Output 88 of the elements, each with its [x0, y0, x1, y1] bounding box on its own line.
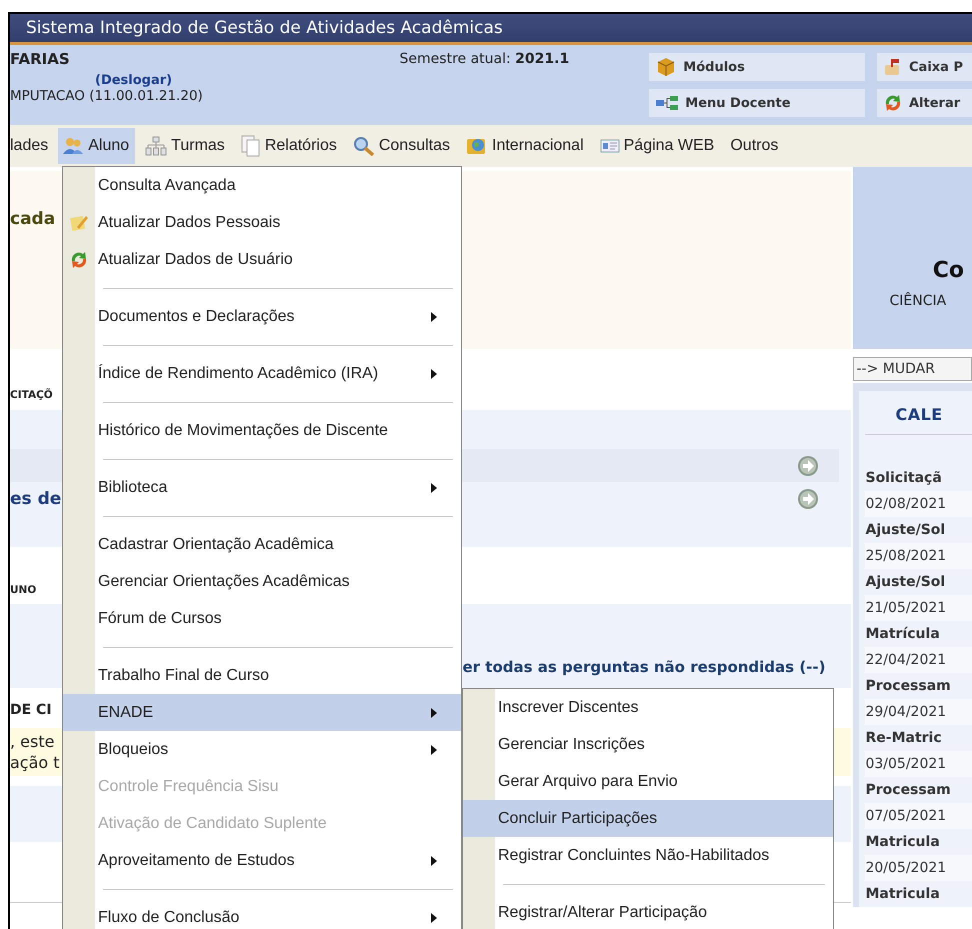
- submenu-arrow-icon: [431, 368, 437, 378]
- id-card-icon: [600, 138, 620, 154]
- menu-item[interactable]: Bloqueios: [63, 731, 461, 768]
- calendar-date: 29/04/2021: [865, 699, 972, 725]
- menu-item[interactable]: Documentos e Declarações: [63, 298, 461, 335]
- submenu-arrow-icon: [431, 482, 437, 492]
- shortcut-button[interactable]: Alterar: [877, 89, 972, 117]
- calendar-event: Matrícula: [865, 625, 941, 644]
- menu-item[interactable]: Histórico de Movimentações de Discente: [63, 412, 461, 449]
- logout-link[interactable]: (Deslogar): [95, 73, 172, 88]
- menu-item[interactable]: Trabalho Final de Curso: [63, 657, 461, 694]
- change-button[interactable]: --> MUDAR: [853, 357, 972, 381]
- refresh-icon: [69, 250, 89, 270]
- window-title: Sistema Integrado de Gestão de Atividades Acadêmicas: [26, 18, 503, 38]
- calendar-date: 22/04/2021: [865, 647, 972, 673]
- calendar-event: Matricula: [865, 885, 941, 904]
- shortcut-button[interactable]: Caixa P: [877, 53, 972, 81]
- calendar-date: 20/05/2021: [865, 855, 972, 881]
- semester-label: Semestre atual: 2021.1: [400, 51, 570, 67]
- submenu-arrow-icon: [431, 912, 437, 922]
- calendar-event: Ajuste/Sol: [865, 521, 946, 540]
- menu-item[interactable]: Cadastrar Orientação Acadêmica: [63, 526, 461, 563]
- menu-bar-item[interactable]: Consultas: [348, 128, 456, 164]
- menu-bar-item[interactable]: Página WEB: [596, 128, 720, 164]
- section-heading: UNO: [10, 584, 36, 596]
- menu-item[interactable]: Índice de Rendimento Acadêmico (IRA): [63, 355, 461, 392]
- arrow-icon: [797, 488, 820, 510]
- refresh-icon: [883, 93, 903, 113]
- calendar-event: Processam: [865, 677, 952, 696]
- calendar-date: 21/05/2021: [865, 595, 972, 621]
- section-heading: DE CI: [10, 702, 52, 718]
- shortcut-button[interactable]: Menu Docente: [649, 89, 866, 117]
- calendar-date: 25/08/2021: [865, 543, 972, 569]
- search-icon: [352, 136, 375, 156]
- section-title: es de: [10, 488, 62, 508]
- menu-bar-item[interactable]: Turmas: [141, 128, 231, 164]
- calendar-event: Matricula: [865, 833, 941, 852]
- shortcut-button[interactable]: Módulos: [649, 53, 866, 81]
- calendar-event: Processam: [865, 781, 952, 800]
- globe-icon: [466, 136, 488, 156]
- unanswered-questions-link[interactable]: er todas as perguntas não respondidas (--): [462, 658, 826, 676]
- calendar-event: Ajuste/Sol: [865, 573, 946, 592]
- menu-item[interactable]: Concluir Participações: [463, 800, 833, 837]
- page-title: cada: [10, 209, 56, 229]
- submenu-arrow-icon: [431, 312, 437, 322]
- menu-item[interactable]: Fórum de Cursos: [63, 600, 461, 637]
- menu-item[interactable]: Atualizar Dados Pessoais: [63, 204, 461, 241]
- calendar-event: Re-Matric: [865, 729, 943, 748]
- menu-bar-item[interactable]: Relatórios: [236, 128, 343, 164]
- menu-bar-item[interactable]: Aluno: [58, 128, 136, 164]
- menu-item[interactable]: Consulta Avançada: [63, 167, 461, 204]
- menu-bar-item[interactable]: Outros: [726, 128, 784, 164]
- network-icon: [655, 95, 680, 111]
- arrow-icon: [797, 454, 820, 476]
- menu-item: Ativação de Candidato Suplente: [97, 814, 328, 834]
- menu-item: Controle Frequência Sisu: [97, 776, 280, 796]
- menu-item[interactable]: Atualizar Dados de Usuário: [63, 241, 461, 278]
- menu-item[interactable]: Fluxo de Conclusão: [63, 899, 461, 929]
- submenu-arrow-icon: [431, 708, 437, 718]
- hierarchy-icon: [145, 136, 168, 156]
- menu-item[interactable]: ENADE: [63, 694, 461, 731]
- menu-item[interactable]: Biblioteca: [63, 469, 461, 506]
- notice-text: , este: [10, 731, 54, 752]
- calendar-date: 07/05/2021: [865, 803, 972, 829]
- submenu-arrow-icon: [431, 856, 437, 866]
- menu-item[interactable]: Gerenciar Inscrições: [463, 726, 833, 763]
- menu-bar-item[interactable]: lades: [10, 128, 54, 164]
- section-heading: CITAÇÕ: [10, 389, 53, 401]
- calendar-date: 03/05/2021: [865, 751, 972, 777]
- menu-item[interactable]: Gerenciar Orientações Acadêmicas: [63, 563, 461, 600]
- menu-bar-item[interactable]: Internacional: [462, 128, 590, 164]
- menu-item[interactable]: Inscrever Discentes: [463, 689, 833, 726]
- course-name: CIÊNCIA: [889, 293, 946, 309]
- people-icon: [62, 136, 84, 156]
- menu-item[interactable]: Aproveitamento de Estudos: [63, 842, 461, 879]
- unit-label: MPUTACAO (11.00.01.21.20): [10, 88, 204, 104]
- document-icon: [240, 135, 261, 157]
- menu-item[interactable]: Gerar Arquivo para Envio: [463, 763, 833, 800]
- calendar-date: 02/08/2021: [865, 491, 972, 517]
- calendar-title: CALE: [865, 391, 972, 435]
- course-title: Co: [932, 258, 964, 283]
- calendar-event: Solicitaçã: [865, 469, 943, 488]
- menu-item[interactable]: Registrar Concluintes Não-Habilitados: [463, 837, 833, 874]
- user-name: FARIAS: [10, 50, 71, 68]
- notice-text: ação t: [10, 752, 60, 773]
- submenu-arrow-icon: [431, 744, 437, 754]
- menu-item[interactable]: Registrar/Alterar Participação: [463, 894, 833, 929]
- note-icon: [69, 213, 89, 233]
